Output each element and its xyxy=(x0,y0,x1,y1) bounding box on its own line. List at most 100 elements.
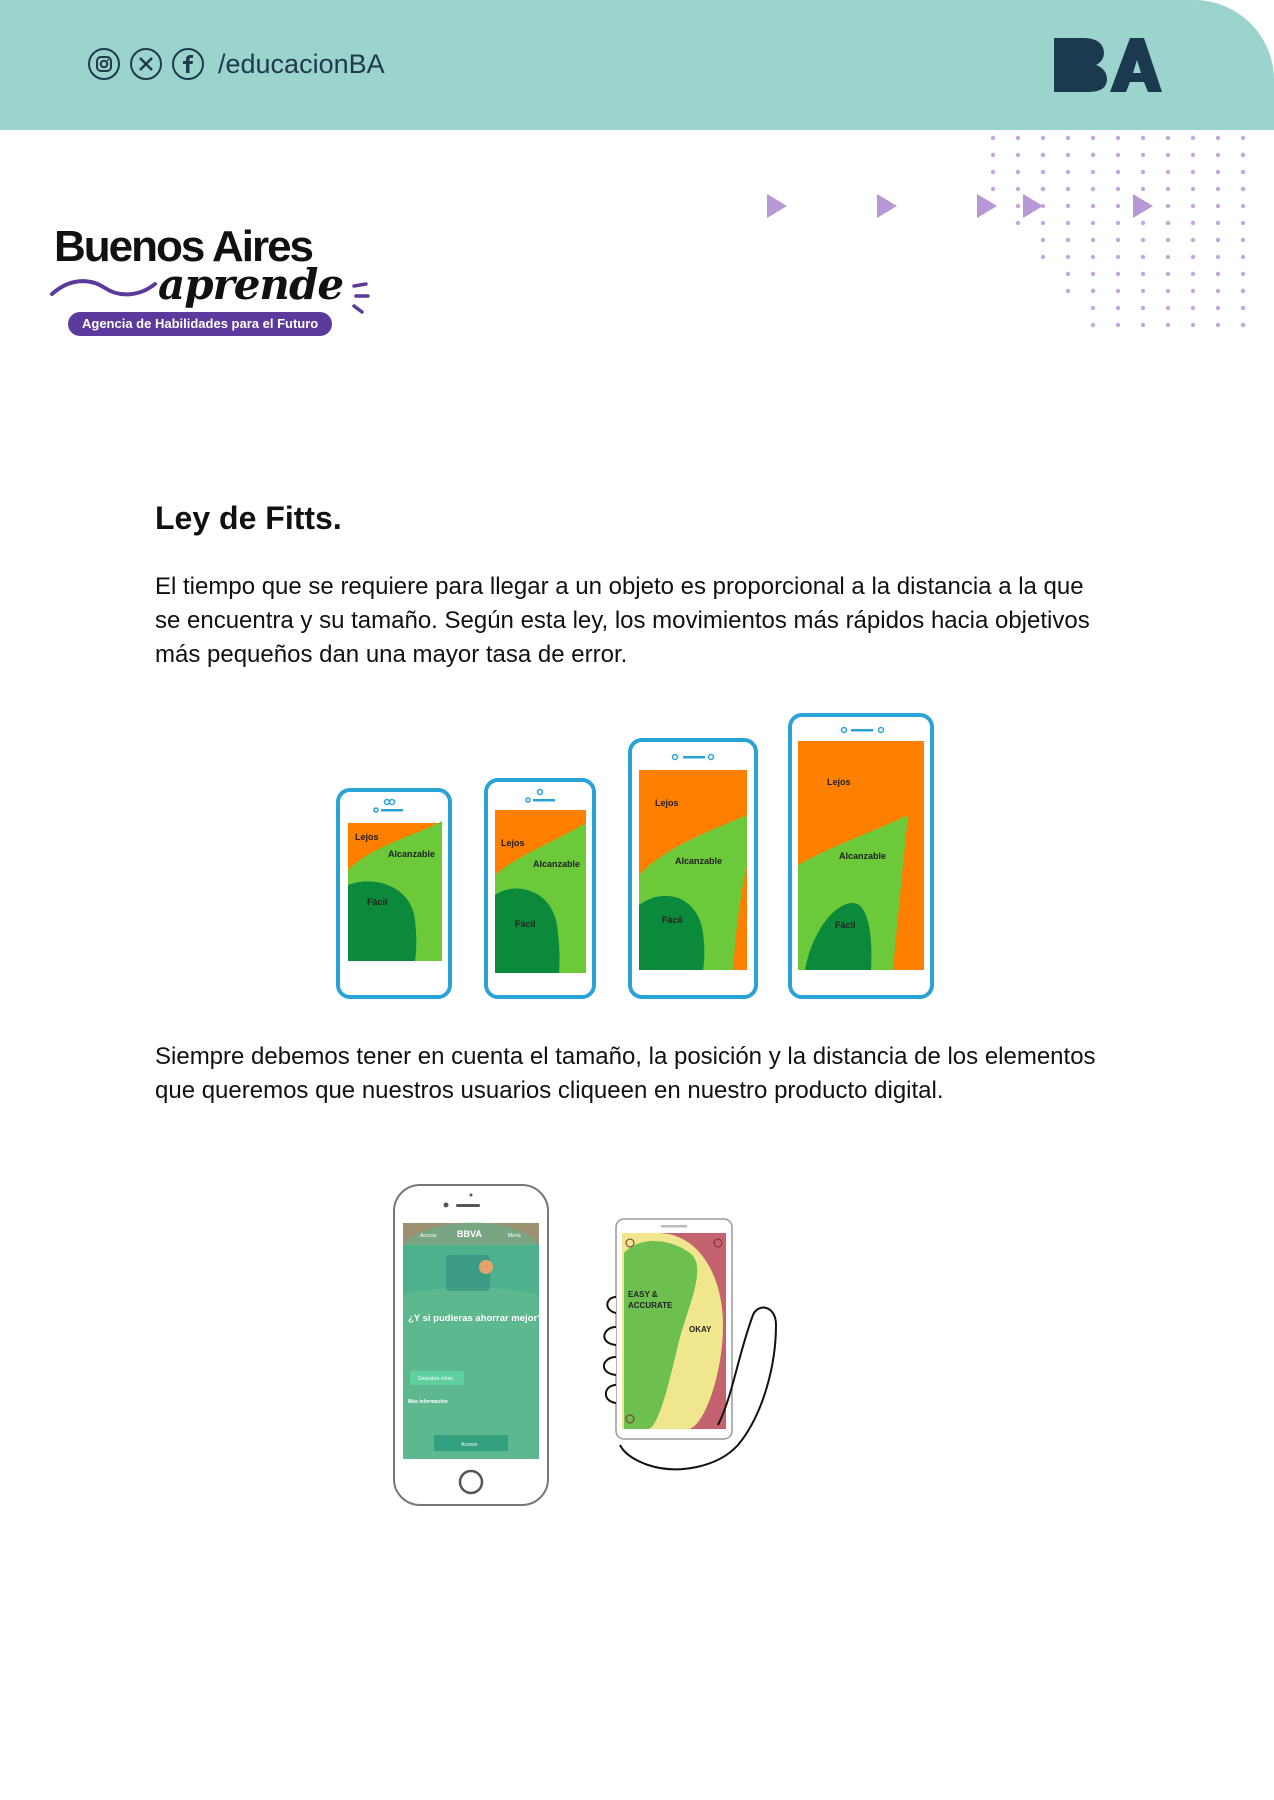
decorative-dot xyxy=(1140,288,1146,294)
phone-medium: Lejos Alcanzable Fácil xyxy=(484,778,596,999)
decorative-dot xyxy=(1090,305,1096,311)
decorative-dot xyxy=(1040,135,1046,141)
bbva-cta-button: Descubre cómo xyxy=(418,1376,453,1382)
decorative-dot xyxy=(1165,288,1171,294)
zone-label-easy: Fácil xyxy=(367,897,388,907)
decorative-dot xyxy=(1115,135,1121,141)
decorative-dot xyxy=(1015,135,1021,141)
decorative-dot xyxy=(1215,288,1221,294)
bbva-headline: ¿Y si pudieras ahorrar mejor? xyxy=(408,1313,543,1324)
decorative-dot xyxy=(1065,152,1071,158)
decorative-dot xyxy=(1215,203,1221,209)
decorative-dot xyxy=(1115,169,1121,175)
facebook-icon[interactable] xyxy=(172,48,204,80)
decorative-dot xyxy=(1240,237,1246,243)
decorative-dot xyxy=(1190,288,1196,294)
decorative-dot xyxy=(1140,271,1146,277)
decorative-dot xyxy=(1140,135,1146,141)
decorative-dot xyxy=(1065,135,1071,141)
decorative-dot xyxy=(1190,237,1196,243)
decorative-dot xyxy=(1215,254,1221,260)
decorative-dot xyxy=(1240,322,1246,328)
decorative-dot xyxy=(1240,186,1246,192)
decorative-dot xyxy=(1190,271,1196,277)
decorative-dot xyxy=(1065,169,1071,175)
intro-paragraph: El tiempo que se requiere para llegar a … xyxy=(155,573,1090,668)
bbva-top-right-label: Menú xyxy=(508,1233,521,1239)
social-handle[interactable]: /educacionBA xyxy=(218,49,385,80)
decorative-dot xyxy=(1190,135,1196,141)
decorative-dot xyxy=(1190,220,1196,226)
svg-text:ACCURATE: ACCURATE xyxy=(628,1301,673,1310)
decorative-dot xyxy=(1165,135,1171,141)
decorative-dot xyxy=(1215,322,1221,328)
svg-text:Fácil: Fácil xyxy=(515,919,536,929)
zone-label-reachable: Alcanzable xyxy=(388,849,435,859)
decorative-dot xyxy=(1040,152,1046,158)
svg-text:Lejos: Lejos xyxy=(501,838,525,848)
decorative-dot-grid xyxy=(990,135,1246,328)
bbva-phone: Acceso BBVA Menú ¿Y si pudieras ahorrar … xyxy=(393,1184,549,1506)
decorative-dot xyxy=(1165,169,1171,175)
decorative-dot xyxy=(1090,254,1096,260)
decorative-dot xyxy=(1215,186,1221,192)
brand-swoosh-icon xyxy=(50,279,157,297)
decorative-dot xyxy=(1240,220,1246,226)
decorative-dot xyxy=(1090,169,1096,175)
decorative-dot xyxy=(1090,152,1096,158)
decorative-dot xyxy=(1215,271,1221,277)
bbva-bottom-button: Acceso xyxy=(461,1442,478,1448)
guidance-paragraph: Siempre debemos tener en cuenta el tamañ… xyxy=(155,1043,1096,1104)
decorative-dot xyxy=(1115,152,1121,158)
decorative-dot xyxy=(1240,254,1246,260)
zone-label-okay: OKAY xyxy=(689,1325,712,1334)
decorative-arrows xyxy=(767,194,1153,218)
brand-tagline: Agencia de Habilidades para el Futuro xyxy=(68,312,333,336)
decorative-dot xyxy=(1215,135,1221,141)
decorative-dot xyxy=(1165,237,1171,243)
decorative-dot xyxy=(1215,237,1221,243)
decorative-dot xyxy=(1240,169,1246,175)
bbva-more-info: Más información xyxy=(408,1399,448,1405)
x-icon[interactable] xyxy=(130,48,162,80)
decorative-dot xyxy=(1015,169,1021,175)
decorative-dot xyxy=(1165,203,1171,209)
decorative-dot xyxy=(1165,220,1171,226)
decorative-dot xyxy=(1090,322,1096,328)
main-content: Ley de Fitts. xyxy=(155,500,1115,537)
zone-label-easy-accurate: EASY & xyxy=(628,1290,658,1299)
decorative-dot xyxy=(1090,135,1096,141)
decorative-dot xyxy=(1140,169,1146,175)
instagram-icon[interactable] xyxy=(88,48,120,80)
hand-phone: EASY & ACCURATE OKAY xyxy=(603,1218,778,1471)
decorative-dot xyxy=(1240,305,1246,311)
decorative-dot xyxy=(1040,237,1046,243)
decorative-dot xyxy=(1240,271,1246,277)
decorative-dot xyxy=(1190,169,1196,175)
zone-label-far: Lejos xyxy=(355,832,379,842)
svg-text:Fácil: Fácil xyxy=(662,915,683,925)
ba-logo xyxy=(1054,38,1162,92)
decorative-dot xyxy=(1240,152,1246,158)
decorative-dot xyxy=(1115,271,1121,277)
decorative-dot xyxy=(1140,322,1146,328)
decorative-dot xyxy=(1190,322,1196,328)
decorative-dot xyxy=(1190,254,1196,260)
decorative-dot xyxy=(1140,152,1146,158)
decorative-dot xyxy=(1190,305,1196,311)
page-title: Ley de Fitts. xyxy=(155,500,342,536)
decorative-dot xyxy=(1065,254,1071,260)
decorative-dot xyxy=(1140,254,1146,260)
svg-text:Lejos: Lejos xyxy=(655,798,679,808)
phone-reach-zones-figure: Lejos Alcanzable Fácil Lejos Alcanzable … xyxy=(336,713,934,999)
decorative-dot xyxy=(1165,322,1171,328)
decorative-dot xyxy=(1090,237,1096,243)
decorative-dot xyxy=(1065,237,1071,243)
decorative-dot xyxy=(1190,203,1196,209)
decorative-dot xyxy=(1240,135,1246,141)
decorative-dot xyxy=(1165,305,1171,311)
decorative-dot xyxy=(1040,169,1046,175)
decorative-dot xyxy=(1190,152,1196,158)
decorative-dot xyxy=(1140,305,1146,311)
decorative-dot xyxy=(1090,271,1096,277)
